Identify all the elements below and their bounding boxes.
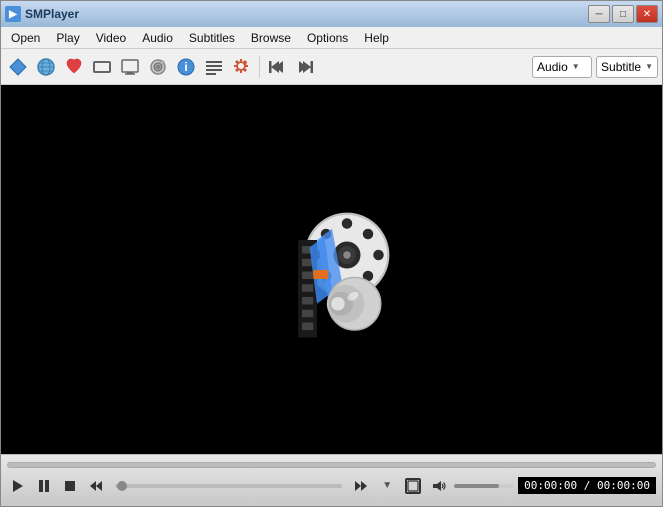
minimize-button[interactable]: ─ — [588, 5, 610, 23]
subtitle-dropdown-label: Subtitle — [601, 60, 641, 74]
volume-bar[interactable] — [454, 484, 514, 488]
info-icon[interactable]: i — [173, 54, 199, 80]
heart-icon[interactable] — [61, 54, 87, 80]
settings-icon[interactable] — [229, 54, 255, 80]
rewind-button[interactable] — [85, 475, 107, 497]
controls-row: ▼ 00:00:00 / 00:00:0 — [7, 472, 656, 500]
titlebar: ▶ SMPlayer ─ □ ✕ — [1, 1, 662, 27]
next-track-icon[interactable] — [292, 54, 318, 80]
playlist-icon[interactable] — [201, 54, 227, 80]
seek-handle — [117, 481, 127, 491]
prev-track-icon[interactable] — [264, 54, 290, 80]
subtitle-dropdown[interactable]: Subtitle ▼ — [596, 56, 658, 78]
menu-help[interactable]: Help — [356, 29, 397, 47]
menu-video[interactable]: Video — [88, 29, 134, 47]
audio-dropdown-label: Audio — [537, 60, 568, 74]
pause-button[interactable] — [33, 475, 55, 497]
toolbar: i — [1, 49, 662, 85]
seek-bar-container[interactable] — [7, 462, 656, 468]
aspect-icon[interactable] — [89, 54, 115, 80]
audio-dropdown[interactable]: Audio ▼ — [532, 56, 592, 78]
open-folder-icon[interactable] — [5, 54, 31, 80]
menu-open[interactable]: Open — [3, 29, 48, 47]
subtitle-dropdown-arrow: ▼ — [645, 62, 653, 71]
menu-browse[interactable]: Browse — [243, 29, 299, 47]
controls-bar: ▼ 00:00:00 / 00:00:0 — [1, 454, 662, 506]
play-button[interactable] — [7, 475, 29, 497]
forward-button[interactable] — [350, 475, 372, 497]
menu-play[interactable]: Play — [48, 29, 87, 47]
audio-dropdown-arrow: ▼ — [572, 62, 580, 71]
globe-icon[interactable] — [33, 54, 59, 80]
menu-audio[interactable]: Audio — [134, 29, 181, 47]
video-area[interactable] — [1, 85, 662, 454]
menu-subtitles[interactable]: Subtitles — [181, 29, 243, 47]
svg-text:i: i — [184, 60, 187, 74]
maximize-button[interactable]: □ — [612, 5, 634, 23]
toolbar-right: Audio ▼ Subtitle ▼ — [532, 56, 658, 78]
toolbar-separator-1 — [259, 56, 260, 78]
close-button[interactable]: ✕ — [636, 5, 658, 23]
camera-icon[interactable] — [145, 54, 171, 80]
smplayer-logo — [257, 195, 407, 345]
app-icon: ▶ — [5, 6, 21, 22]
menubar: Open Play Video Audio Subtitles Browse O… — [1, 27, 662, 49]
volume-fill — [454, 484, 499, 488]
screen-icon[interactable] — [117, 54, 143, 80]
window-title: SMPlayer — [25, 7, 584, 21]
time-display: 00:00:00 / 00:00:00 — [518, 477, 656, 494]
volume-button[interactable] — [428, 475, 450, 497]
seek-bar[interactable] — [115, 484, 342, 488]
fullscreen-button[interactable] — [402, 475, 424, 497]
seek-dropdown[interactable]: ▼ — [376, 475, 398, 497]
main-window: ▶ SMPlayer ─ □ ✕ Open Play Video Audio S… — [0, 0, 663, 507]
menu-options[interactable]: Options — [299, 29, 356, 47]
titlebar-buttons: ─ □ ✕ — [588, 5, 658, 23]
stop-button[interactable] — [59, 475, 81, 497]
